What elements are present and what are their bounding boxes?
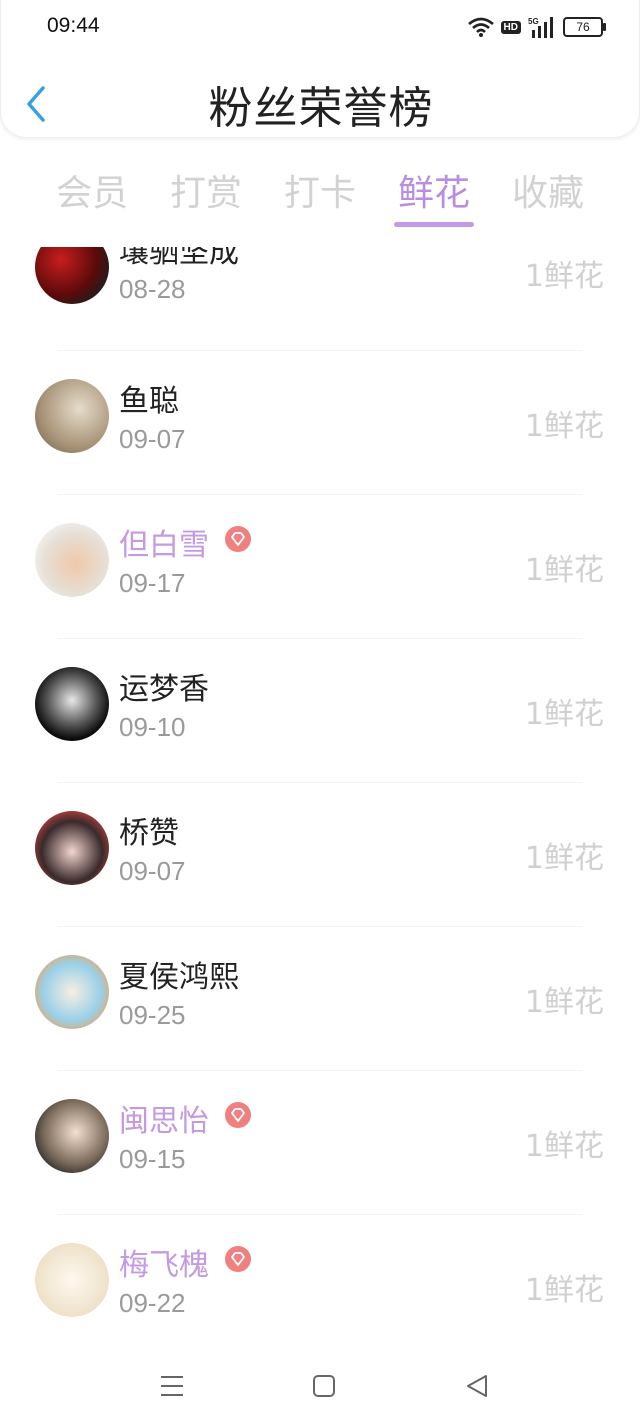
signal-5g-icon: 5G — [528, 17, 553, 38]
header-bar: 09:44 HD 5G 76 粉丝荣誉榜 — [0, 0, 640, 138]
system-nav-bar — [0, 1350, 640, 1422]
flower-count: 1鲜花 — [524, 1129, 604, 1164]
list-item[interactable]: 鱼聪 09-07 1鲜花 — [0, 351, 640, 495]
fan-date: 09-25 — [119, 1000, 186, 1030]
avatar[interactable] — [35, 1243, 109, 1317]
menu-icon — [161, 1376, 183, 1396]
flower-count: 1鲜花 — [524, 553, 604, 588]
vip-diamond-icon — [225, 1102, 251, 1128]
flower-count: 1鲜花 — [524, 259, 604, 294]
fan-date: 09-17 — [119, 568, 186, 598]
flower-count: 1鲜花 — [524, 1273, 604, 1308]
back-triangle-icon — [467, 1375, 487, 1397]
avatar[interactable] — [35, 523, 109, 597]
network-label: 5G — [528, 17, 539, 26]
fan-date: 09-15 — [119, 1144, 186, 1174]
fan-date: 09-22 — [119, 1288, 186, 1318]
fan-name: 壤驷坚成 — [119, 247, 239, 270]
avatar[interactable] — [35, 1099, 109, 1173]
tab-checkin[interactable]: 打卡 — [270, 164, 370, 216]
fan-date: 09-07 — [119, 856, 186, 886]
home-square-icon — [313, 1375, 335, 1397]
avatar[interactable] — [35, 667, 109, 741]
fan-name: 梅飞槐 — [119, 1248, 209, 1283]
avatar[interactable] — [35, 955, 109, 1029]
tab-favorites[interactable]: 收藏 — [498, 164, 598, 216]
hd-icon: HD — [500, 20, 521, 34]
fan-date: 09-07 — [119, 424, 186, 454]
avatar[interactable] — [35, 811, 109, 885]
list-item[interactable]: 夏侯鸿熙 09-25 1鲜花 — [0, 927, 640, 1071]
page-title: 粉丝荣誉榜 — [208, 83, 434, 134]
tab-flowers[interactable]: 鲜花 — [384, 164, 484, 216]
active-tab-indicator — [394, 222, 474, 227]
vip-diamond-icon — [225, 1246, 251, 1272]
tab-rewards[interactable]: 打赏 — [156, 164, 256, 216]
flower-count: 1鲜花 — [524, 985, 604, 1020]
fan-name: 运梦香 — [119, 672, 209, 707]
vip-diamond-icon — [225, 526, 251, 552]
list-item[interactable]: 壤驷坚成 08-28 1鲜花 — [0, 247, 640, 351]
avatar[interactable] — [35, 247, 109, 304]
avatar[interactable] — [35, 379, 109, 453]
fan-name: 桥赞 — [119, 816, 179, 851]
battery-icon: 76 — [563, 17, 606, 37]
status-icons: HD 5G 76 — [467, 14, 606, 40]
list-item[interactable]: 运梦香 09-10 1鲜花 — [0, 639, 640, 783]
home-button[interactable] — [306, 1368, 342, 1404]
fan-date: 08-28 — [119, 274, 186, 304]
list-item[interactable]: 闽思怡 09-15 1鲜花 — [0, 1071, 640, 1215]
flower-count: 1鲜花 — [524, 697, 604, 732]
tab-members[interactable]: 会员 — [42, 164, 142, 216]
menu-button[interactable] — [154, 1368, 190, 1404]
fan-date: 09-10 — [119, 712, 186, 742]
fan-list[interactable]: 壤驷坚成 08-28 1鲜花 鱼聪 09-07 1鲜花 但白雪 09-17 1鲜… — [0, 247, 640, 1337]
fan-name: 闽思怡 — [119, 1104, 209, 1139]
list-item[interactable]: 但白雪 09-17 1鲜花 — [0, 495, 640, 639]
flower-count: 1鲜花 — [524, 841, 604, 876]
list-item[interactable]: 桥赞 09-07 1鲜花 — [0, 783, 640, 927]
back-nav-button[interactable] — [460, 1368, 496, 1404]
flower-count: 1鲜花 — [524, 409, 604, 444]
fan-name: 鱼聪 — [119, 384, 179, 419]
fan-name: 夏侯鸿熙 — [119, 960, 239, 995]
tab-bar: 会员 打赏 打卡 鲜花 收藏 — [0, 158, 640, 238]
fan-name: 但白雪 — [119, 528, 209, 563]
status-time: 09:44 — [47, 14, 100, 37]
list-item[interactable]: 梅飞槐 09-22 1鲜花 — [0, 1215, 640, 1337]
wifi-icon — [467, 17, 494, 37]
